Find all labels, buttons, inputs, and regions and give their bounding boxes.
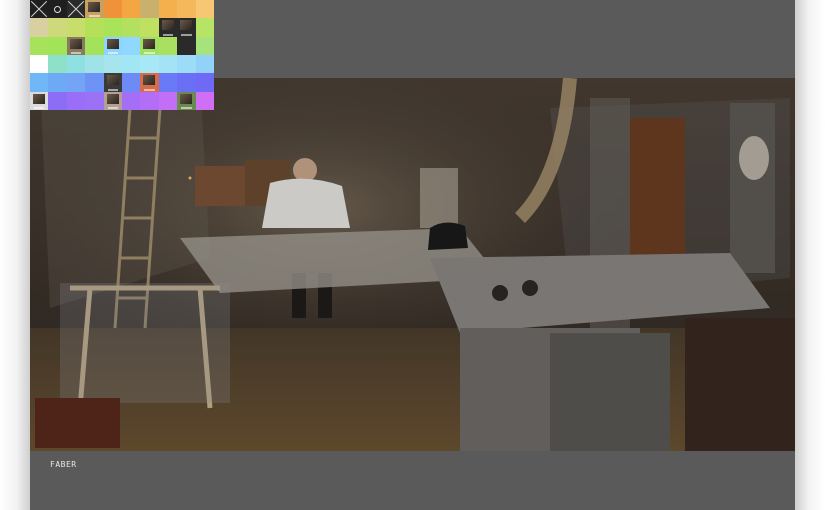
thumbnail-label-bar — [181, 106, 192, 109]
page-margin-right — [795, 0, 825, 510]
thumbnail-tile[interactable] — [177, 0, 196, 19]
thumbnail-tile[interactable] — [66, 91, 86, 110]
thumbnail-tile[interactable] — [140, 54, 159, 74]
thumbnail-label-bar — [181, 33, 192, 36]
thumbnail-tile[interactable] — [103, 36, 122, 55]
thumbnail-tile[interactable] — [177, 18, 196, 37]
thumbnail-label-bar — [162, 33, 174, 36]
thumbnail-photo — [69, 38, 82, 49]
thumbnail-tile[interactable] — [30, 91, 49, 110]
thumbnail-label-bar — [144, 51, 155, 54]
thumbnail-tile[interactable] — [121, 73, 141, 92]
thumbnail-tile[interactable] — [140, 73, 159, 92]
thumbnail-tile[interactable] — [177, 36, 196, 55]
thumbnail-tile[interactable] — [66, 36, 86, 55]
hero-image[interactable] — [30, 78, 795, 451]
thumbnail-tile[interactable] — [30, 36, 49, 55]
thumbnail-tile[interactable] — [121, 91, 141, 110]
thumbnail-photo — [180, 93, 193, 104]
thumbnail-tile[interactable] — [195, 73, 214, 92]
thumbnail-tile[interactable] — [30, 18, 49, 37]
thumbnail-tile[interactable] — [103, 54, 122, 74]
thumbnail-tile[interactable] — [158, 73, 178, 92]
thumbnail-tile[interactable] — [48, 91, 67, 110]
thumbnail-tile[interactable] — [195, 0, 214, 19]
thumbnail-tile[interactable] — [85, 54, 104, 74]
thumbnail-photo — [88, 2, 101, 12]
thumbnail-tile[interactable] — [48, 54, 67, 74]
thumbnail-tile[interactable] — [158, 91, 178, 110]
workshop-photo — [30, 78, 795, 451]
thumbnail-label-bar — [144, 88, 155, 91]
thumbnail-tile[interactable] — [85, 36, 104, 55]
thumbnail-tile[interactable] — [103, 73, 122, 92]
thumbnail-label-bar — [34, 106, 45, 109]
thumbnail-tile[interactable] — [195, 54, 214, 74]
thumbnail-tile[interactable] — [121, 0, 141, 19]
thumbnail-tile[interactable] — [121, 18, 141, 37]
thumbnail-tile[interactable] — [66, 73, 86, 92]
thumbnail-tile[interactable] — [103, 18, 122, 37]
thumbnail-photo — [106, 75, 119, 86]
thumbnail-tile[interactable] — [195, 91, 214, 110]
thumbnail-tile[interactable] — [121, 54, 141, 74]
thumbnail-label-bar — [107, 51, 118, 54]
thumbnail-label-bar — [107, 88, 118, 91]
thumbnail-tile[interactable] — [158, 0, 178, 19]
thumbnail-tile[interactable] — [85, 73, 104, 92]
thumbnail-tile[interactable] — [30, 0, 49, 19]
project-caption[interactable]: FABER — [50, 460, 77, 469]
thumbnail-photo — [143, 38, 156, 49]
thumbnail-tile[interactable] — [140, 91, 159, 110]
thumbnail-tile[interactable] — [66, 0, 86, 19]
thumbnail-tile[interactable] — [140, 0, 159, 19]
thumbnail-tile[interactable] — [66, 18, 86, 37]
thumbnail-tile[interactable] — [177, 54, 196, 74]
thumbnail-tile[interactable] — [30, 54, 49, 74]
thumbnail-photo — [106, 38, 119, 49]
thumbnail-tile[interactable] — [48, 36, 67, 55]
thumbnail-tile[interactable] — [66, 54, 86, 74]
thumbnail-grid — [30, 0, 214, 110]
thumbnail-label-bar — [107, 106, 118, 109]
thumbnail-photo — [33, 93, 45, 104]
thumbnail-tile[interactable] — [158, 18, 178, 37]
thumbnail-tile[interactable] — [121, 36, 141, 55]
thumbnail-tile[interactable] — [195, 36, 214, 55]
thumbnail-tile[interactable] — [177, 73, 196, 92]
thumbnail-tile[interactable] — [48, 73, 67, 92]
page-margin-left — [0, 0, 30, 510]
thumbnail-tile[interactable] — [85, 18, 104, 37]
thumbnail-tile[interactable] — [140, 18, 159, 37]
thumbnail-tile[interactable] — [177, 91, 196, 110]
thumbnail-tile[interactable] — [48, 18, 67, 37]
thumbnail-tile[interactable] — [103, 0, 122, 19]
portfolio-frame: FABER — [30, 0, 795, 510]
thumbnail-tile[interactable] — [140, 36, 159, 55]
thumbnail-photo — [161, 20, 174, 31]
thumbnail-tile[interactable] — [30, 73, 49, 92]
thumbnail-tile[interactable] — [85, 91, 104, 110]
thumbnail-tile[interactable] — [103, 91, 122, 110]
thumbnail-tile[interactable] — [48, 0, 67, 19]
thumbnail-tile[interactable] — [195, 18, 214, 37]
thumbnail-tile[interactable] — [85, 0, 104, 19]
thumbnail-label-bar — [70, 51, 82, 54]
thumbnail-label-bar — [89, 15, 100, 18]
thumbnail-photo — [106, 93, 119, 104]
thumbnail-tile[interactable] — [158, 54, 178, 74]
thumbnail-photo — [143, 75, 156, 86]
thumbnail-tile[interactable] — [158, 36, 178, 55]
thumbnail-photo — [180, 20, 193, 31]
